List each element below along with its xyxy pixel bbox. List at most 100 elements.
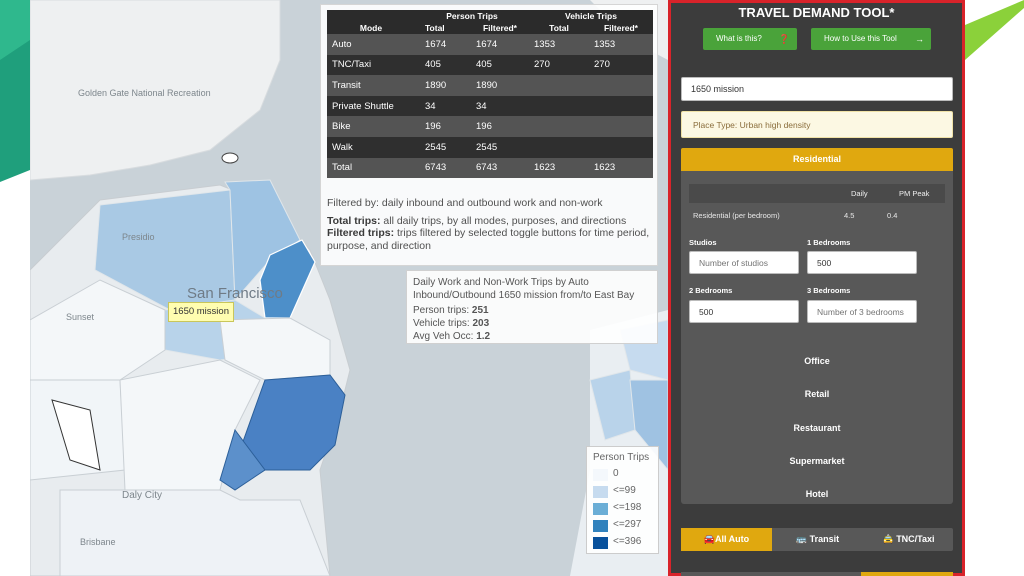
mode-cell: TNC/Taxi <box>327 54 415 76</box>
column-header: Filtered* <box>471 22 529 34</box>
slide-decoration-right <box>965 0 1024 60</box>
table-row: Bike 196 196 <box>327 116 653 137</box>
value-cell: 6743 <box>415 157 471 179</box>
choropleth-map[interactable]: Golden Gate National Recreation Presidio… <box>30 0 668 576</box>
question-circle-icon: ❓ <box>778 34 790 44</box>
place-type-alert: Place Type: Urban high density <box>681 111 953 138</box>
category-retail[interactable]: Retail <box>681 389 953 399</box>
rate-header-pm-peak: PM Peak <box>899 189 930 198</box>
popup-vehicle-trips: Vehicle trips: 203 <box>413 318 490 329</box>
legend-swatch <box>593 469 608 481</box>
value-cell: 1353 <box>529 34 589 55</box>
value-cell: 405 <box>471 54 529 76</box>
arrow-right-icon: → <box>915 34 924 44</box>
table-row: Walk 2545 2545 <box>327 136 653 158</box>
legend-swatch <box>593 520 608 532</box>
rate-header-row: Daily PM Peak <box>689 184 945 203</box>
legend-swatch <box>593 537 608 549</box>
trips-table-body: Auto 1674 1674 1353 1353 TNC/Taxi 405 405 270 270… <box>327 34 653 179</box>
value-cell <box>529 75 589 96</box>
table-row: Transit 1890 1890 <box>327 75 653 96</box>
value-cell: 34 <box>471 95 529 117</box>
three-bedroom-input[interactable] <box>807 300 917 323</box>
rate-header-daily: Daily <box>851 189 868 198</box>
three-bedroom-label: 3 Bedrooms <box>807 286 851 295</box>
value-cell <box>589 95 653 117</box>
table-row: TNC/Taxi 405 405 270 270 <box>327 54 653 76</box>
mode-cell: Private Shuttle <box>327 95 415 117</box>
value-cell: 1674 <box>415 34 471 55</box>
residential-body: Daily PM Peak Residential (per bedroom) … <box>681 171 953 504</box>
map-legend: Person Trips 0 <=99 <=198 <=297 <=396 <box>586 446 659 554</box>
tab-tnc-taxi[interactable]: 🚖 TNC/Taxi <box>863 528 954 551</box>
map-label-san-francisco: San Francisco <box>187 285 283 302</box>
value-cell: 1623 <box>589 157 653 179</box>
value-cell <box>589 116 653 137</box>
table-notes: Filtered by: daily inbound and outbound … <box>327 197 657 252</box>
filtered-trips-note: Filtered trips: trips filtered by select… <box>327 227 650 252</box>
studios-input[interactable] <box>689 251 799 274</box>
what-is-this-button[interactable]: What is this? ❓ <box>703 28 797 50</box>
two-bedroom-input[interactable] <box>689 300 799 323</box>
value-cell: 405 <box>415 54 471 76</box>
mode-cell: Total <box>327 157 415 179</box>
table-row: Total 6743 6743 1623 1623 <box>327 157 653 179</box>
legend-item: 0 <box>593 468 657 482</box>
mode-cell: Walk <box>327 136 415 158</box>
car-icon: 🚘 <box>703 534 716 544</box>
two-bedroom-label: 2 Bedrooms <box>689 286 733 295</box>
travel-demand-panel: TRAVEL DEMAND TOOL* What is this? ❓ How … <box>668 0 965 576</box>
category-restaurant[interactable]: Restaurant <box>681 423 953 433</box>
mode-tabs: 🚘All Auto 🚌 Transit 🚖 TNC/Taxi <box>681 528 953 551</box>
tab-transit[interactable]: 🚌 Transit <box>772 528 863 551</box>
tab-all-auto[interactable]: 🚘All Auto <box>681 528 772 551</box>
legend-item: <=297 <box>593 519 657 533</box>
popup-avg-veh-occ: Avg Veh Occ: 1.2 <box>413 331 491 342</box>
legend-swatch <box>593 503 608 515</box>
how-to-use-button[interactable]: How to Use this Tool → <box>811 28 931 50</box>
mode-cell: Auto <box>327 34 415 55</box>
legend-item: <=396 <box>593 536 657 550</box>
mode-cell: Transit <box>327 75 415 96</box>
value-cell: 1890 <box>471 75 529 96</box>
map-label-presidio: Presidio <box>122 232 155 242</box>
rate-row-daily: 4.5 <box>844 211 855 220</box>
header-person-trips: Person Trips <box>415 10 529 22</box>
legend-swatch <box>593 486 608 498</box>
legend-item: <=99 <box>593 485 657 499</box>
table-row: Auto 1674 1674 1353 1353 <box>327 34 653 55</box>
column-header: Total <box>415 22 471 34</box>
map-label-golden-gate: Golden Gate National Recreation <box>78 88 211 98</box>
residential-header[interactable]: Residential <box>681 148 953 171</box>
panel-title: TRAVEL DEMAND TOOL* <box>738 5 895 20</box>
rate-row-pm-peak: 0.4 <box>887 211 898 220</box>
place-tooltip: 1650 mission <box>168 302 234 322</box>
value-cell: 1674 <box>471 34 529 55</box>
category-office[interactable]: Office <box>681 356 953 366</box>
one-bedroom-label: 1 Bedrooms <box>807 238 851 247</box>
category-supermarket[interactable]: Supermarket <box>681 456 953 466</box>
value-cell: 2545 <box>415 136 471 158</box>
address-search-input[interactable] <box>681 77 953 101</box>
value-cell: 1623 <box>529 157 589 179</box>
trips-table-panel: Person Trips Vehicle Trips Mode Total Fi… <box>320 4 658 266</box>
popup-person-trips: Person trips: 251 <box>413 305 489 316</box>
value-cell: 270 <box>529 54 589 76</box>
total-trips-note: Total trips: all daily trips, by all mod… <box>327 214 627 227</box>
trips-table: Person Trips Vehicle Trips Mode Total Fi… <box>327 10 653 179</box>
value-cell <box>529 136 589 158</box>
legend-item: <=198 <box>593 502 657 516</box>
bottom-toggle-active[interactable] <box>861 572 953 576</box>
slide: Golden Gate National Recreation Presidio… <box>0 0 1024 576</box>
mode-cell: Bike <box>327 116 415 137</box>
one-bedroom-input[interactable] <box>807 251 917 274</box>
value-cell <box>589 136 653 158</box>
value-cell: 270 <box>589 54 653 76</box>
taxi-icon: 🚖 <box>882 534 897 544</box>
studios-label: Studios <box>689 238 717 247</box>
table-row: Private Shuttle 34 34 <box>327 95 653 117</box>
value-cell: 2545 <box>471 136 529 158</box>
category-hotel[interactable]: Hotel <box>681 489 953 499</box>
legend-title: Person Trips <box>593 452 650 463</box>
rate-row: Residential (per bedroom) 4.5 0.4 <box>689 209 945 223</box>
